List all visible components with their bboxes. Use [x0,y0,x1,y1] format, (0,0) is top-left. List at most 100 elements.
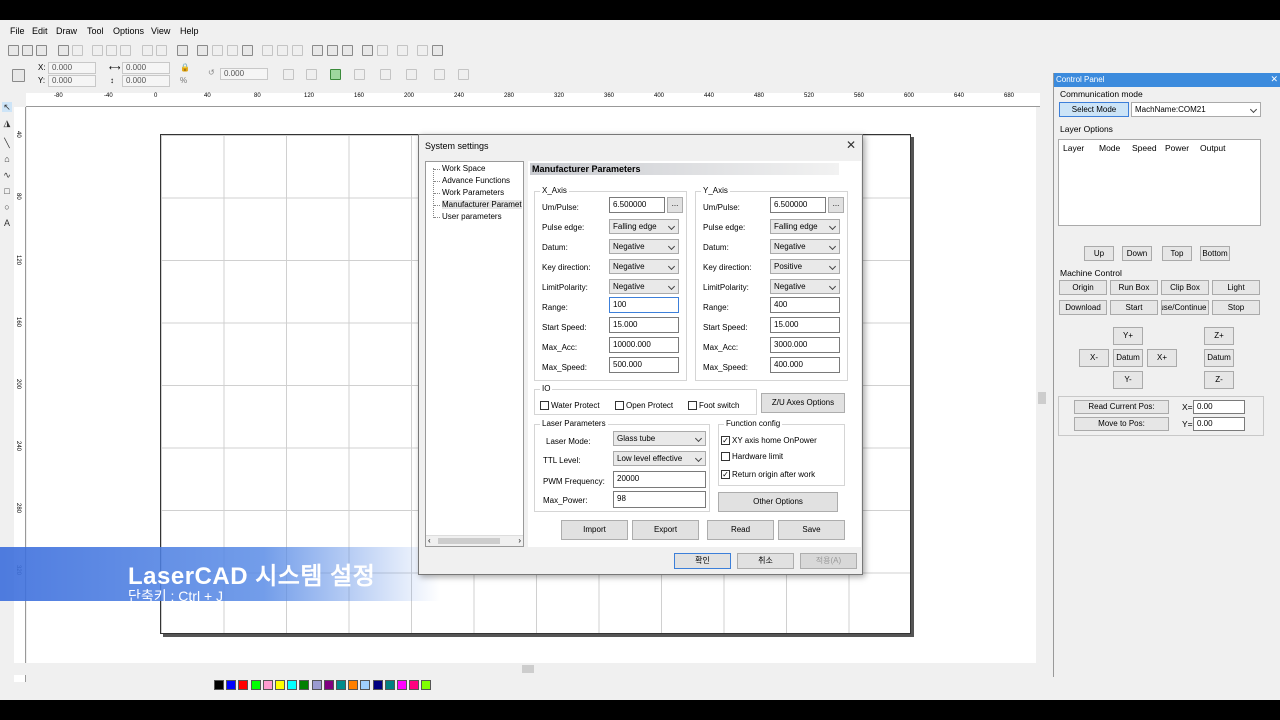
stop-button[interactable]: Stop [1212,300,1260,315]
menu-help[interactable]: Help [180,26,199,36]
y-limit-polarity-select[interactable]: Negative [770,279,840,294]
tree-item-advance-functions[interactable]: Advance Functions [433,176,510,185]
color-swatch[interactable] [311,680,322,690]
distribute-icon[interactable] [306,69,317,80]
group-icon[interactable] [262,45,273,56]
machine-name-select[interactable]: MachName:COM21 [1131,102,1261,117]
horizontal-scroll-thumb[interactable] [522,665,534,673]
import-icon[interactable] [58,45,69,56]
offset-icon[interactable] [342,45,353,56]
y-um-pulse-input[interactable]: 6.500000 [770,197,826,213]
light-button[interactable]: Light [1212,280,1260,295]
y-max-acc-input[interactable]: 3000.000 [770,337,840,353]
export-icon[interactable] [72,45,83,56]
hflip-icon[interactable] [354,69,365,80]
y-range-input[interactable]: 400 [770,297,840,313]
hand-pan-icon[interactable] [177,45,188,56]
hardware-limit-checkbox[interactable] [721,452,730,461]
color-swatch[interactable] [299,680,310,690]
jog-z-minus-button[interactable]: Z- [1204,371,1234,389]
x-limit-polarity-select[interactable]: Negative [609,279,679,294]
cancel-button[interactable]: 취소 [737,553,794,569]
menu-tool[interactable]: Tool [87,26,104,36]
zoom-in-icon[interactable] [212,45,223,56]
max-power-input[interactable]: 98 [613,491,706,508]
select-tool-icon[interactable] [312,45,323,56]
export-button[interactable]: Export [632,520,699,540]
layer-bottom-button[interactable]: Bottom [1200,246,1230,261]
x-max-acc-input[interactable]: 10000.000 [609,337,679,353]
tree-item-user-parameters[interactable]: User parameters [434,212,502,221]
monitor-icon[interactable] [432,45,443,56]
text-icon[interactable]: A [2,218,12,228]
read-button[interactable]: Read [707,520,774,540]
new-file-icon[interactable] [8,45,19,56]
close-panel-icon[interactable]: ✕ [1270,74,1278,85]
rotate-icon[interactable] [397,45,408,56]
vertical-scrollbar[interactable] [1036,107,1048,675]
select-arrow-icon[interactable]: ↖ [2,102,12,112]
laser-mode-select[interactable]: Glass tube [613,431,706,446]
texture-icon[interactable] [458,69,469,80]
menu-file[interactable]: File [10,26,25,36]
run-box-button[interactable]: Run Box [1110,280,1158,295]
array-icon[interactable] [327,45,338,56]
color-swatch[interactable] [226,680,237,690]
color-swatch[interactable] [214,680,224,690]
polyline-icon[interactable]: ⌂ [2,154,12,164]
x-field[interactable]: 0.000 [48,62,96,74]
color-swatch[interactable] [238,680,249,690]
ungroup-icon[interactable] [277,45,288,56]
node-icon[interactable] [292,45,303,56]
vflip-icon[interactable] [380,69,391,80]
redo-icon[interactable] [156,45,167,56]
zoom-out-icon[interactable] [227,45,238,56]
jog-x-plus-button[interactable]: X+ [1147,349,1177,367]
scroll-left-icon[interactable]: ‹ [428,536,431,545]
center-icon[interactable] [330,69,341,80]
other-options-button[interactable]: Other Options [718,492,838,512]
color-swatch[interactable] [250,680,261,690]
xy-home-checkbox[interactable]: ✓ [721,436,730,445]
position-anchor-icon[interactable] [12,69,25,82]
dialog-close-icon[interactable]: ✕ [846,138,856,152]
color-swatch[interactable] [397,680,407,690]
color-swatch[interactable] [384,680,395,690]
width-field[interactable]: 0.000 [122,62,170,74]
cut-icon[interactable] [92,45,103,56]
x-datum-select[interactable]: Negative [609,239,679,254]
import-button[interactable]: Import [561,520,628,540]
move-to-pos-button[interactable]: Move to Pos: [1074,417,1169,431]
rotate-field[interactable]: 0.000 [220,68,268,80]
vertical-scroll-thumb[interactable] [1038,392,1046,404]
y-pulse-edge-select[interactable]: Falling edge [770,219,840,234]
color-swatch[interactable] [372,680,383,690]
join-icon[interactable] [434,69,445,80]
x-max-speed-input[interactable]: 500.000 [609,357,679,373]
ok-button[interactable]: 확인 [674,553,731,569]
x-key-direction-select[interactable]: Negative [609,259,679,274]
settings-icon[interactable] [417,45,428,56]
jog-y-plus-button[interactable]: Y+ [1113,327,1143,345]
color-swatch[interactable] [323,680,334,690]
zoom-icon[interactable] [197,45,208,56]
start-button[interactable]: Start [1110,300,1158,315]
paste-icon[interactable] [120,45,131,56]
line-icon[interactable]: ╲ [2,138,12,148]
align-icon[interactable] [283,69,294,80]
open-protect-checkbox[interactable] [615,401,624,410]
pwm-frequency-input[interactable]: 20000 [613,471,706,488]
settings-tree[interactable]: Work Space Advance Functions Work Parame… [425,161,524,547]
copy-icon[interactable] [106,45,117,56]
foot-switch-checkbox[interactable] [688,401,697,410]
layer-up-button[interactable]: Up [1084,246,1114,261]
save-file-icon[interactable] [36,45,47,56]
x-um-pulse-input[interactable]: 6.500000 [609,197,665,213]
download-button[interactable]: Download [1059,300,1107,315]
water-protect-checkbox[interactable] [540,401,549,410]
color-swatch[interactable] [409,680,420,690]
pos-x-input[interactable]: 0.00 [1193,400,1245,414]
color-swatch[interactable] [336,680,346,690]
color-swatch[interactable] [262,680,273,690]
menu-options[interactable]: Options [113,26,144,36]
